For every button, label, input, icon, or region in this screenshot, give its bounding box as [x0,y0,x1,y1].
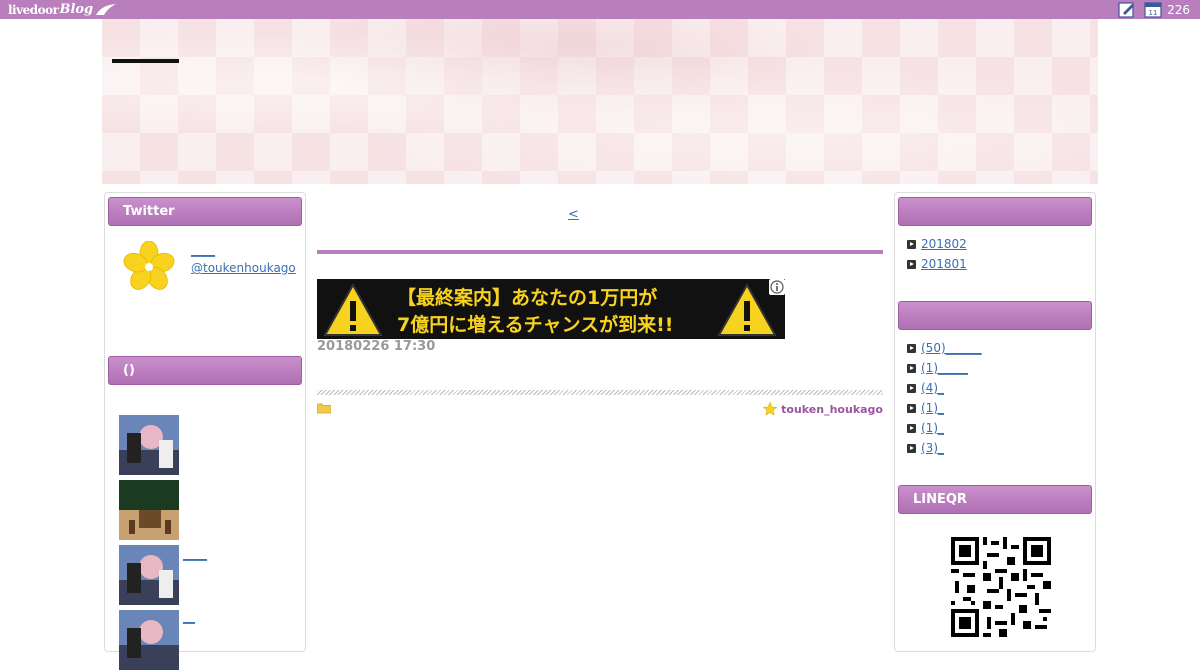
recent-posts-heading: () [108,356,302,385]
author-name: touken_houkago [781,402,883,416]
logo-blog-text: Blog [59,2,94,17]
logo-livedoor-text: livedoor [8,2,59,17]
archive-item[interactable]: 201802 [907,237,967,251]
archive-heading [898,197,1092,226]
bullet-arrow-icon [907,423,916,433]
right-sidebar: 201802 201801 (50)______ (1)_____ (4)_ (… [894,192,1096,652]
bullet-arrow-icon [907,383,916,393]
star-icon [763,402,778,416]
ad-info-icon[interactable] [769,279,785,295]
recent-post-link[interactable]: __ [183,610,195,624]
livedoor-blog-logo[interactable]: livedoor Blog [8,1,117,18]
twitter-handle-link[interactable]: @toukenhoukago [191,261,296,275]
bird-icon [96,3,117,15]
category-link[interactable]: (1)_ [921,401,944,415]
article-divider [317,390,883,395]
top-bar: livedoor Blog 11 226 [0,0,1200,19]
recent-post-link[interactable]: ____ [183,547,207,561]
bullet-arrow-icon [907,443,916,453]
bullet-arrow-icon [907,259,916,269]
archive-link[interactable]: 201801 [921,257,967,271]
blog-title-bar[interactable] [112,59,179,63]
archive-item[interactable]: 201801 [907,257,967,271]
bullet-arrow-icon [907,343,916,353]
category-link[interactable]: (1)_ [921,421,944,435]
bullet-arrow-icon [907,403,916,413]
category-item[interactable]: (1)_____ [907,361,968,375]
folder-icon[interactable] [317,402,331,414]
category-link[interactable]: (50)______ [921,341,982,355]
banner-texture [102,19,1098,184]
category-item[interactable]: (1)_ [907,401,944,415]
category-link[interactable]: (3)_ [921,441,944,455]
category-item[interactable]: (50)______ [907,341,982,355]
category-link[interactable]: (1)_____ [921,361,968,375]
category-item[interactable]: (1)_ [907,421,944,435]
category-item[interactable]: (3)_ [907,441,944,455]
header-banner[interactable] [102,19,1098,184]
category-heading [898,301,1092,330]
ad-headline-1: 【最終案内】あなたの1万円が [397,287,658,309]
visit-count: 226 [1167,2,1190,17]
post-thumbnail[interactable] [119,545,179,605]
warning-icon [323,283,383,336]
category-link[interactable]: (4)_ [921,381,944,395]
twitter-heading: Twitter [108,197,302,226]
calendar-icon[interactable]: 11 [1144,1,1162,18]
bullet-arrow-icon [907,239,916,249]
category-item[interactable]: (4)_ [907,381,944,395]
left-sidebar: Twitter ____ @toukenhoukago () ____ __ [104,192,306,670]
line-qr-code-icon[interactable] [951,537,1051,637]
ad-headline-2: 7億円に増えるチャンスが到来!! [397,314,674,336]
archive-link[interactable]: 201802 [921,237,967,251]
post-thumbnail[interactable] [119,610,179,670]
line-qr-heading: LINEQR [898,485,1092,514]
twitter-name-link[interactable]: ____ [191,243,215,257]
post-thumbnail[interactable] [119,480,179,540]
bullet-arrow-icon [907,363,916,373]
calendar-day: 11 [1149,9,1158,17]
author-info[interactable]: touken_houkago [763,402,883,416]
ad-banner[interactable]: 【最終案内】あなたの1万円が 7億円に増えるチャンスが到来!! [317,279,785,339]
article-title-rule [317,250,883,254]
edit-icon[interactable] [1118,1,1136,18]
warning-icon [717,283,777,336]
cherry-blossom-avatar-icon[interactable] [123,241,175,293]
post-thumbnail[interactable] [119,415,179,475]
prev-post-link[interactable]: < [568,207,579,222]
post-date: 20180226 17:30 [317,339,436,354]
